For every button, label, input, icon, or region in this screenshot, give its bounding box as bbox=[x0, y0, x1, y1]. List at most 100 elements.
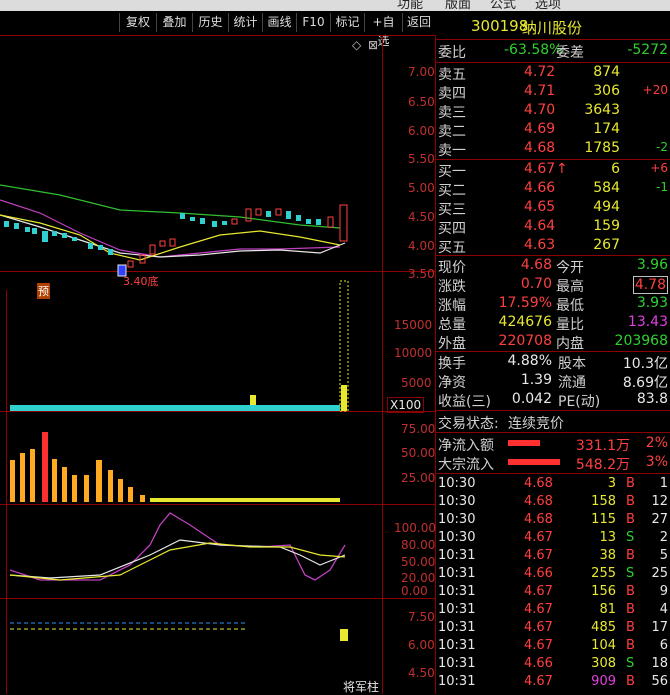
separator bbox=[436, 159, 670, 160]
trade-status-row: 交易状态: 连续竞价 bbox=[436, 413, 670, 432]
price-tick: 4.00 bbox=[408, 239, 435, 253]
kline-chart-area[interactable]: ◇ ⊠ bbox=[0, 35, 382, 694]
quote-label: 现价 bbox=[438, 260, 466, 276]
bid-label: 买五 bbox=[438, 240, 466, 256]
tick-time: 10:30 bbox=[438, 530, 476, 545]
fundamental-value: 8.69亿 bbox=[622, 375, 668, 391]
tick-side: B bbox=[626, 548, 635, 563]
ask-row[interactable]: 卖五 4.72 874 bbox=[436, 64, 670, 83]
tick-time: 10:30 bbox=[438, 494, 476, 509]
panel4-tick: 100.00 bbox=[394, 521, 436, 535]
flow-percent: 2% bbox=[645, 435, 668, 451]
tick-volume: 3 bbox=[607, 476, 616, 491]
bid-volume: 494 bbox=[593, 199, 620, 215]
mark-button[interactable]: 标记 bbox=[330, 13, 364, 32]
back-button[interactable]: 返回 bbox=[402, 13, 435, 32]
panel3-tick: 25.00 bbox=[401, 471, 436, 485]
tick-price: 4.67 bbox=[524, 674, 553, 689]
tick-time: 10:30 bbox=[438, 512, 476, 527]
order-ratio-label: 委比 bbox=[438, 45, 466, 61]
bid-row[interactable]: 买二 4.66 584 -1 bbox=[436, 180, 670, 199]
quote-value: 17.59% bbox=[498, 295, 552, 311]
price-tick: 6.00 bbox=[408, 124, 435, 138]
yu-tag: 预 bbox=[37, 283, 50, 299]
tick-count: 9 bbox=[659, 584, 668, 599]
tick-volume: 158 bbox=[591, 494, 616, 509]
flow-value: 548.2万 bbox=[575, 457, 630, 473]
tick-row: 10:30 4.68 158 B 12 bbox=[436, 494, 670, 512]
f10-button[interactable]: F10 bbox=[296, 13, 330, 32]
fundamental-value: 4.88% bbox=[507, 353, 552, 369]
ma-line-yellow bbox=[0, 214, 341, 261]
tick-count: 5 bbox=[659, 548, 668, 563]
ask-row[interactable]: 卖三 4.70 3643 bbox=[436, 102, 670, 121]
tick-time: 10:31 bbox=[438, 674, 476, 689]
tick-side: B bbox=[626, 620, 635, 635]
ask-label: 卖四 bbox=[438, 86, 466, 102]
indicator-bars bbox=[10, 432, 340, 502]
quote-row: 外盘 220708 内盘 203968 bbox=[436, 333, 670, 352]
fundamental-row: 净资 1.39 流通 8.69亿 bbox=[436, 372, 670, 391]
ask-row[interactable]: 卖一 4.68 1785 -2 bbox=[436, 140, 670, 159]
ask-row[interactable]: 卖二 4.69 174 bbox=[436, 121, 670, 140]
tick-price: 4.67 bbox=[524, 602, 553, 617]
price-tick: 3.50 bbox=[408, 267, 435, 281]
tick-side: B bbox=[626, 584, 635, 599]
ask-row[interactable]: 卖四 4.71 306 +20 bbox=[436, 83, 670, 102]
tick-price: 4.67 bbox=[524, 638, 553, 653]
menu-item-formula[interactable]: 公式 bbox=[490, 0, 516, 11]
tick-time: 10:31 bbox=[438, 656, 476, 671]
tick-time: 10:31 bbox=[438, 638, 476, 653]
menu-item-layout[interactable]: 版面 bbox=[445, 0, 471, 11]
bid-row[interactable]: 买五 4.63 267 bbox=[436, 237, 670, 256]
menu-item-function[interactable]: 功能 bbox=[397, 0, 423, 11]
quote-row: 涨跌 0.70 最高 4.78 bbox=[436, 276, 670, 295]
tick-row: 10:31 4.66 308 S 18 bbox=[436, 656, 670, 674]
bid-label: 买一 bbox=[438, 164, 466, 180]
quote-label: 内盘 bbox=[556, 336, 584, 352]
bid-row[interactable]: 买四 4.64 159 bbox=[436, 218, 670, 237]
bid-row[interactable]: 买一 4.67 ↑ 6 +6 bbox=[436, 161, 670, 180]
close-icon[interactable]: ⊠ bbox=[368, 38, 378, 52]
tick-time: 10:30 bbox=[438, 476, 476, 491]
draw-line-button[interactable]: 画线 bbox=[262, 13, 296, 32]
quote-row: 总量 424676 量比 13.43 bbox=[436, 314, 670, 333]
tick-side: S bbox=[626, 566, 635, 581]
quote-label: 外盘 bbox=[438, 336, 466, 352]
diamond-icon[interactable]: ◇ bbox=[352, 38, 362, 52]
tick-price: 4.67 bbox=[524, 584, 553, 599]
tick-row: 10:30 4.67 13 S 2 bbox=[436, 530, 670, 548]
ask-price: 4.69 bbox=[524, 121, 556, 137]
panel5-bar bbox=[340, 629, 348, 641]
quote-value: 424676 bbox=[498, 314, 552, 330]
tick-volume: 909 bbox=[591, 674, 616, 689]
overlay-button[interactable]: 叠加 bbox=[156, 13, 192, 32]
menu-item-options[interactable]: 选项 bbox=[535, 0, 561, 11]
tick-row: 10:31 4.66 255 S 25 bbox=[436, 566, 670, 584]
restore-rights-button[interactable]: 复权 bbox=[119, 13, 156, 32]
low-price-value: 3.40 bbox=[123, 275, 148, 288]
statistics-button[interactable]: 统计 bbox=[228, 13, 262, 32]
add-watchlist-button[interactable]: +自选 bbox=[364, 13, 402, 48]
ma-line-magenta bbox=[0, 199, 341, 258]
tick-volume: 255 bbox=[591, 566, 616, 581]
bid-change: -1 bbox=[656, 180, 668, 194]
bid-row[interactable]: 买三 4.65 494 bbox=[436, 199, 670, 218]
quote-value: 3.93 bbox=[636, 295, 668, 311]
tick-price: 4.67 bbox=[524, 530, 553, 545]
stock-header: 300198 纳川股份 bbox=[436, 17, 670, 37]
flow-label: 大宗流入 bbox=[438, 457, 494, 473]
panel4-tick: 0.00 bbox=[401, 584, 428, 598]
history-button[interactable]: 历史 bbox=[192, 13, 228, 32]
flow-value: 331.1万 bbox=[575, 438, 630, 454]
tick-count: 25 bbox=[651, 566, 668, 581]
tick-volume: 13 bbox=[599, 530, 616, 545]
panel3-tick: 75.00 bbox=[401, 422, 436, 436]
ask-label: 卖三 bbox=[438, 105, 466, 121]
quote-label: 量比 bbox=[556, 317, 584, 333]
tick-side: B bbox=[626, 512, 635, 527]
separator bbox=[436, 255, 670, 256]
tick-side: S bbox=[626, 530, 635, 545]
quote-value: 0.70 bbox=[520, 276, 552, 292]
tick-volume: 485 bbox=[591, 620, 616, 635]
